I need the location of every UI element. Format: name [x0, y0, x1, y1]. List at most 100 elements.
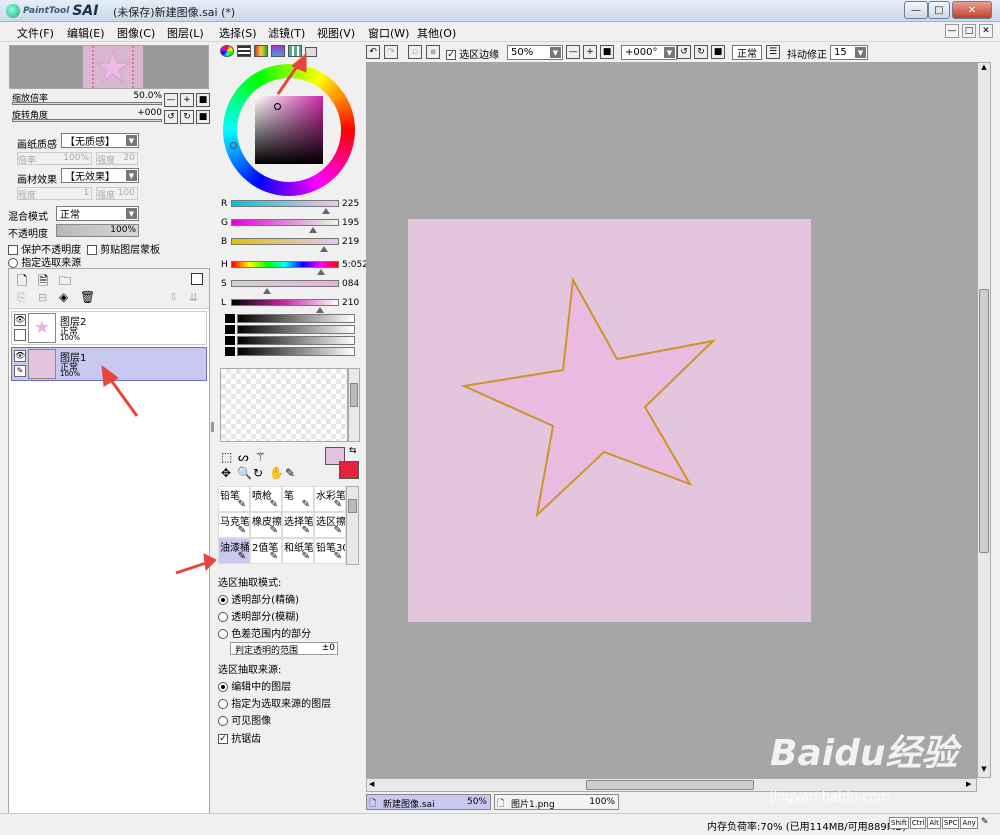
tool-button[interactable]: 水彩笔 ✎	[314, 486, 346, 512]
tool-button[interactable]: 笔 ✎	[282, 486, 314, 512]
rotate-right-button[interactable]: ↻	[180, 110, 194, 124]
gray-swatch-icon[interactable]	[225, 347, 235, 356]
visibility-eye-icon[interactable]: 👁	[14, 314, 26, 326]
tool-button[interactable]: 马克笔 ✎	[218, 512, 250, 538]
layer-row[interactable]: 👁 ★ 图层2 正常 100%	[11, 311, 207, 345]
rotate-reset-button[interactable]: ■	[711, 45, 725, 59]
channel-slider[interactable]	[231, 219, 339, 226]
scroll-right-icon[interactable]: ▶	[966, 780, 971, 788]
scratchpad-scrollbar[interactable]	[348, 368, 360, 442]
menu-item[interactable]: 编辑(E)	[67, 25, 105, 41]
splitter-handle[interactable]	[211, 422, 214, 432]
color-wheel[interactable]	[223, 64, 355, 196]
layer-row[interactable]: 👁 ✎ 图层1 正常 100%	[11, 347, 207, 381]
rotate-slider[interactable]	[12, 119, 162, 122]
horizontal-scroll-thumb[interactable]	[586, 780, 754, 790]
clipping-mask-row[interactable]: 剪贴图层蒙板	[87, 241, 160, 256]
gray-gradient-bar[interactable]	[237, 347, 355, 356]
slider-handle-icon[interactable]	[316, 269, 325, 275]
radio-button[interactable]	[218, 595, 228, 605]
slider-handle-icon[interactable]	[319, 246, 328, 252]
menu-item[interactable]: 文件(F)	[17, 25, 54, 41]
lock-box-icon[interactable]	[14, 329, 26, 341]
hue-cursor[interactable]	[230, 142, 237, 149]
scratchpad[interactable]	[220, 368, 348, 442]
saturation-value-square[interactable]	[255, 96, 323, 164]
radio-option[interactable]: 色差范围内的部分	[218, 625, 360, 640]
document-tab[interactable]: 🗋 新建图像.sai 50%	[366, 794, 491, 810]
document-tab[interactable]: 🗋 图片1.png 100%	[494, 794, 619, 810]
swatch-tab-icon[interactable]	[288, 45, 302, 57]
channel-slider[interactable]	[231, 299, 339, 306]
gray-gradient-bar[interactable]	[237, 336, 355, 345]
rect-select-icon[interactable]: ⬚	[221, 450, 232, 464]
channel-slider[interactable]	[231, 261, 339, 268]
zoom-out-button[interactable]: —	[164, 93, 178, 107]
radio-option[interactable]: 可见图像	[218, 712, 360, 727]
slider-handle-icon[interactable]	[322, 208, 331, 214]
rotate-left-button[interactable]: ↺	[164, 110, 178, 124]
gradient-tab-icon[interactable]	[271, 45, 285, 57]
background-color-swatch[interactable]	[339, 461, 359, 479]
clipping-mask-checkbox[interactable]	[87, 245, 97, 255]
zoom-minus-button[interactable]: —	[566, 45, 580, 59]
menu-item[interactable]: 图像(C)	[117, 25, 155, 41]
navigator-preview[interactable]	[9, 45, 209, 89]
radio-button[interactable]	[218, 716, 228, 726]
radio-button[interactable]	[218, 612, 228, 622]
zoom-slider[interactable]	[12, 102, 162, 105]
rgb-slider-tab-icon[interactable]	[237, 45, 251, 57]
gray-swatch-icon[interactable]	[225, 336, 235, 345]
vertical-scroll-thumb[interactable]	[979, 289, 989, 553]
scratchpad-tab-icon[interactable]	[305, 47, 317, 57]
zoom-plus-button[interactable]: +	[583, 45, 597, 59]
radio-option[interactable]: 指定为选取来源的图层	[218, 695, 360, 710]
radio-option[interactable]: 编辑中的图层	[218, 678, 360, 693]
tool-button[interactable]: 橡皮擦 ✎	[250, 512, 282, 538]
channel-slider[interactable]	[231, 238, 339, 245]
canvas-viewport[interactable]	[366, 62, 977, 778]
undo-button[interactable]: ↶	[366, 45, 380, 59]
zoom-in-button[interactable]: +	[180, 93, 194, 107]
tool-button[interactable]: 铅笔30 ✎	[314, 538, 346, 564]
hand-icon[interactable]: ✋	[269, 466, 284, 480]
visibility-eye-icon[interactable]: 👁	[14, 350, 26, 362]
transparency-range-field[interactable]: 判定透明的范围 ±0	[230, 642, 338, 656]
canvas-vertical-scrollbar[interactable]: ▲ ▼	[977, 62, 991, 778]
rotate-ccw-button[interactable]: ↺	[677, 45, 691, 59]
tool-button[interactable]: 选择笔 ✎	[282, 512, 314, 538]
tool-button[interactable]: 油漆桶 ✎	[218, 538, 250, 564]
tool-button[interactable]: 铅笔 ✎	[218, 486, 250, 512]
invert-selection-button[interactable]: ▪	[426, 45, 440, 59]
tool-scroll-thumb[interactable]	[348, 499, 357, 513]
mdi-restore-button[interactable]: □	[962, 24, 976, 38]
scroll-down-icon[interactable]: ▼	[979, 765, 989, 777]
rotate-view-icon[interactable]: ↻	[253, 466, 263, 480]
menu-item[interactable]: 图层(L)	[167, 25, 204, 41]
radio-button[interactable]	[218, 629, 228, 639]
antialias-checkbox[interactable]: ✓	[218, 734, 228, 744]
pen-edit-icon[interactable]: ✎	[14, 365, 26, 377]
slider-handle-icon[interactable]	[309, 227, 318, 233]
eyedropper-icon[interactable]: ✎	[285, 466, 295, 480]
magic-wand-icon[interactable]: ⚚	[255, 450, 266, 464]
zoom-dropdown[interactable]: 50% ▼	[507, 45, 563, 60]
tool-button[interactable]: 2值笔 ✎	[250, 538, 282, 564]
hsv-slider-tab-icon[interactable]	[254, 45, 268, 57]
minimize-button[interactable]: —	[904, 1, 928, 19]
channel-slider[interactable]	[231, 200, 339, 207]
radio-option[interactable]: 透明部分(精确)	[218, 591, 360, 606]
slider-handle-icon[interactable]	[262, 288, 271, 294]
canvas-horizontal-scrollbar[interactable]: ◀ ▶	[366, 778, 977, 792]
blend-mode-dropdown[interactable]: 正常 ▼	[56, 206, 139, 221]
color-picker-cursor[interactable]	[274, 103, 281, 110]
display-mode-button[interactable]: 正常	[732, 45, 762, 60]
tool-grid-scrollbar[interactable]	[346, 486, 359, 565]
flip-button[interactable]: ☰	[766, 45, 780, 59]
stabilizer-dropdown[interactable]: 15 ▼	[830, 45, 868, 60]
zoom-fit-button[interactable]: ■	[600, 45, 614, 59]
rotate-reset-button[interactable]: ■	[196, 110, 210, 124]
maximize-button[interactable]: □	[928, 1, 950, 19]
opacity-slider[interactable]: 100%	[56, 224, 139, 237]
selection-edge-checkbox[interactable]: ✓	[446, 50, 456, 60]
